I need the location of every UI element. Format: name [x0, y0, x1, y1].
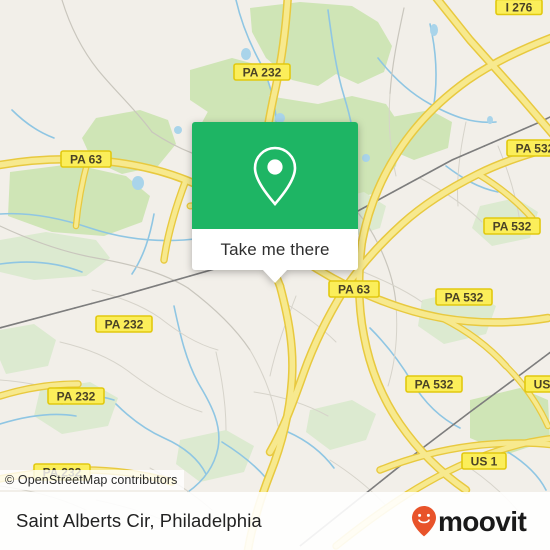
moovit-pin-icon	[412, 506, 436, 537]
route-shield-label: PA 232	[105, 317, 144, 331]
route-shield-label: PA 532	[415, 377, 454, 391]
bottom-info-bar: Saint Alberts Cir, Philadelphia moovit	[0, 492, 550, 550]
route-shield-label: PA 532	[493, 219, 532, 233]
place-name: Saint Alberts Cir, Philadelphia	[16, 510, 262, 531]
moovit-wordmark-icon: moovit	[412, 506, 527, 537]
map-pin-icon	[253, 146, 297, 206]
moovit-logo[interactable]: moovit	[410, 504, 532, 538]
route-shield: PA 532	[506, 139, 550, 157]
take-me-there-popup[interactable]: Take me there	[192, 122, 358, 283]
route-shield-label: US	[534, 377, 550, 391]
route-shield: PA 63	[328, 280, 380, 298]
route-shield: PA 532	[483, 217, 541, 235]
route-shield: US 1	[461, 452, 507, 470]
popup-tail	[262, 269, 288, 283]
route-shield: PA 532	[435, 288, 493, 306]
route-shield-label: PA 532	[516, 141, 550, 155]
take-me-there-label[interactable]: Take me there	[192, 229, 358, 270]
route-shield-label: PA 63	[338, 282, 370, 296]
popup-icon-panel	[192, 122, 358, 229]
route-shield: PA 63	[60, 150, 112, 168]
route-shield: PA 532	[405, 375, 463, 393]
route-shield-label: PA 532	[445, 290, 484, 304]
osm-attribution: © OpenStreetMap contributors	[0, 470, 184, 490]
route-shield-label: PA 232	[57, 389, 96, 403]
svg-text:moovit: moovit	[438, 506, 526, 537]
route-shield-label: PA 232	[243, 65, 282, 79]
route-shield: PA 232	[95, 315, 153, 333]
route-shield: PA 232	[233, 63, 291, 81]
route-shield-label: PA 63	[70, 152, 102, 166]
map-screen: .rdcase{fill:none;stroke:#e8c93f;stroke-…	[0, 0, 550, 550]
route-shield: PA 232	[47, 387, 105, 405]
route-shield: I 276	[495, 0, 543, 16]
route-shield-label: US 1	[471, 454, 498, 468]
route-shield: US	[524, 375, 550, 393]
route-shield-label: I 276	[506, 0, 533, 14]
